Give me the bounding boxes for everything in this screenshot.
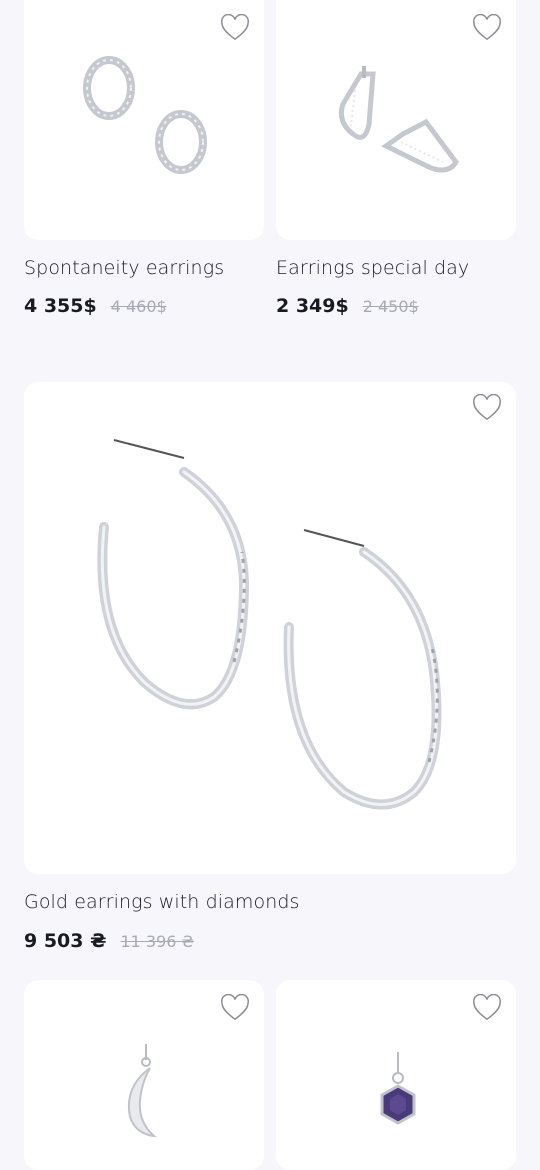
price-row: 2 349$ 2 450$ bbox=[276, 295, 419, 317]
favorite-heart-icon[interactable] bbox=[220, 994, 250, 1022]
favorite-heart-icon[interactable] bbox=[472, 994, 502, 1022]
favorite-heart-icon[interactable] bbox=[472, 14, 502, 42]
favorite-heart-icon[interactable] bbox=[220, 14, 250, 42]
product-card-3[interactable] bbox=[24, 382, 516, 874]
product-image-2 bbox=[338, 66, 459, 173]
product-image-1 bbox=[83, 56, 207, 174]
product-card-5[interactable] bbox=[276, 980, 516, 1170]
price-row: 4 355$ 4 460$ bbox=[24, 295, 167, 317]
current-price: 2 349$ bbox=[276, 295, 349, 317]
product-card-2[interactable] bbox=[276, 0, 516, 240]
price-row: 9 503 ₴ 11 396 ₴ bbox=[24, 930, 194, 952]
product-image-3 bbox=[97, 439, 442, 810]
product-title[interactable]: Spontaneity earrings bbox=[24, 257, 224, 279]
product-card-1[interactable] bbox=[24, 0, 264, 240]
favorite-heart-icon[interactable] bbox=[472, 394, 502, 422]
product-title[interactable]: Gold earrings with diamonds bbox=[24, 891, 300, 913]
old-price: 11 396 ₴ bbox=[120, 932, 194, 951]
product-image-4 bbox=[128, 1044, 158, 1138]
old-price: 2 450$ bbox=[362, 297, 419, 316]
product-card-4[interactable] bbox=[24, 980, 264, 1170]
product-image-5 bbox=[380, 1052, 416, 1125]
current-price: 9 503 ₴ bbox=[24, 930, 107, 952]
current-price: 4 355$ bbox=[24, 295, 97, 317]
product-title[interactable]: Earrings special day bbox=[276, 257, 469, 279]
old-price: 4 460$ bbox=[110, 297, 167, 316]
